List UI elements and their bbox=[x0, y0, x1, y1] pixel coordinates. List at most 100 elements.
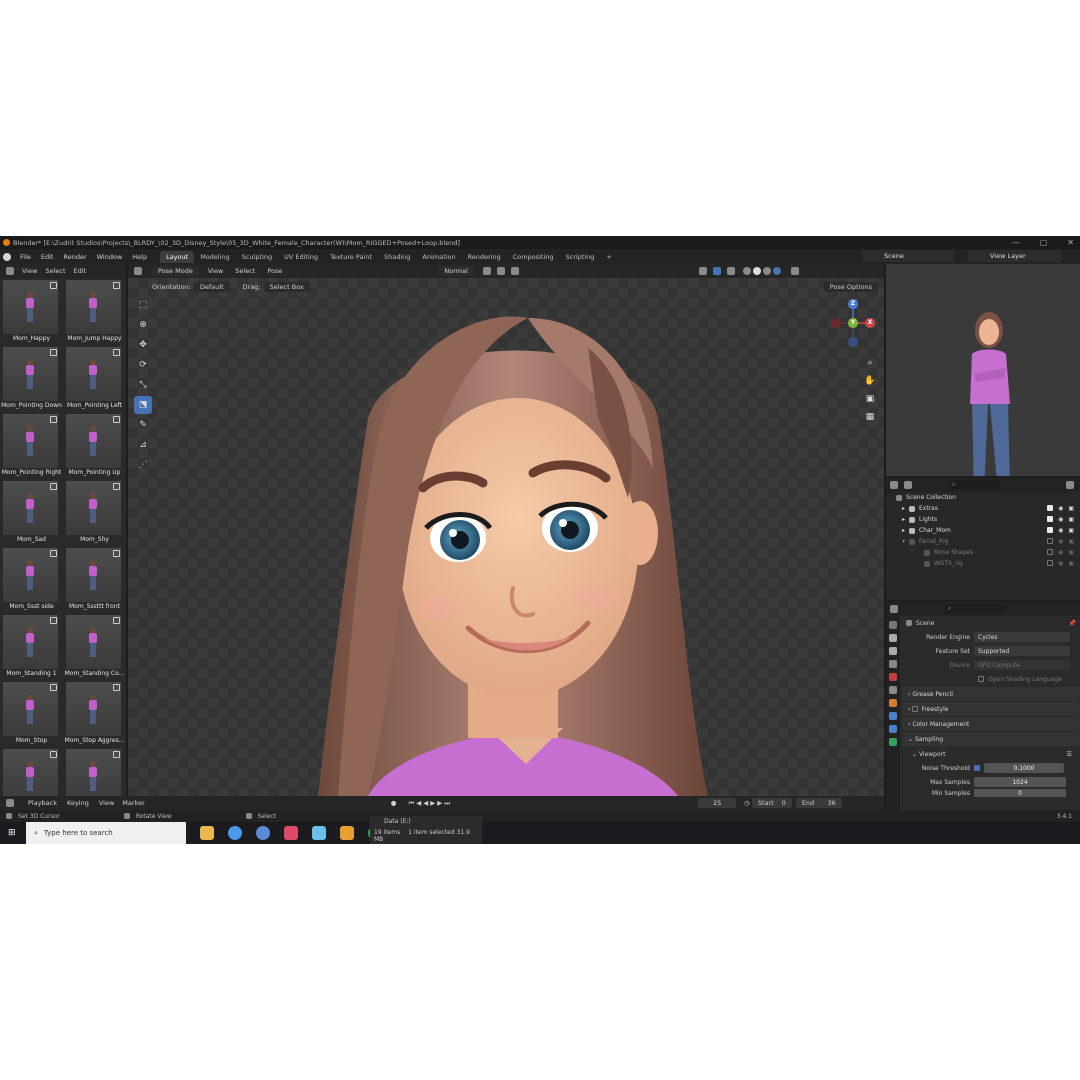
viewport-menu-pose[interactable]: Pose bbox=[267, 267, 282, 275]
editor-type-icon[interactable] bbox=[6, 267, 14, 275]
current-frame-field[interactable]: 25 bbox=[698, 798, 737, 808]
viewport-menu-select[interactable]: Select bbox=[235, 267, 255, 275]
exclude-checkbox[interactable] bbox=[1047, 505, 1054, 511]
pause-render-icon[interactable] bbox=[790, 267, 799, 275]
eye-icon[interactable]: ◉ bbox=[1058, 505, 1063, 512]
editor-type-icon[interactable] bbox=[890, 481, 898, 489]
panel-freestyle[interactable]: › Freestyle bbox=[902, 702, 1080, 716]
outliner-item[interactable]: Bone Shapes ◉ ▣ bbox=[886, 547, 1080, 558]
tab-sculpting[interactable]: Sculpting bbox=[236, 251, 278, 263]
asset-item[interactable]: Mom_Stop bbox=[0, 680, 63, 747]
figma-icon[interactable] bbox=[284, 826, 298, 840]
expand-icon[interactable]: ▸ bbox=[902, 516, 905, 523]
asset-item[interactable]: Mom_Pointing Right bbox=[0, 412, 63, 479]
max-samples-field[interactable]: 1024 bbox=[974, 777, 1066, 787]
editor-type-icon[interactable] bbox=[134, 267, 142, 275]
asset-item[interactable]: Mom_Standing 1 bbox=[0, 613, 63, 680]
panel-color-management[interactable]: › Color Management bbox=[902, 717, 1080, 731]
menu-edit[interactable]: Edit bbox=[36, 253, 59, 261]
menu-file[interactable]: File bbox=[15, 253, 36, 261]
eye-icon[interactable]: ◉ bbox=[1058, 527, 1063, 534]
shading-solid-icon[interactable] bbox=[752, 267, 761, 275]
gizmo-neg-x-axis[interactable] bbox=[831, 318, 841, 328]
camera-icon[interactable]: ▣ bbox=[1068, 560, 1074, 567]
pivot-icon[interactable] bbox=[482, 267, 491, 275]
expand-icon[interactable]: ▸ bbox=[902, 505, 905, 512]
annotate-tool-icon[interactable]: ✎ bbox=[134, 416, 152, 434]
properties-search-input[interactable]: ⌕ bbox=[944, 604, 1006, 614]
shading-wireframe-icon[interactable] bbox=[742, 267, 751, 275]
view-layer-selector[interactable]: View Layer bbox=[968, 250, 1062, 262]
asset-item[interactable]: Mom_Ssst side bbox=[0, 546, 63, 613]
timeline-menu-view[interactable]: View bbox=[99, 799, 114, 807]
asset-menu-edit[interactable]: Edit bbox=[74, 267, 87, 275]
playback-controls-icon[interactable]: ⏮◀◀▶▶⏭ bbox=[408, 799, 452, 808]
asset-edit-icon[interactable] bbox=[113, 617, 120, 624]
subpanel-viewport[interactable]: ⌄ Viewport ☰ bbox=[902, 747, 1080, 761]
osl-checkbox[interactable] bbox=[978, 676, 984, 682]
tool-tab-icon[interactable] bbox=[889, 621, 897, 629]
blender-menu-icon[interactable] bbox=[3, 252, 11, 261]
windows-start-icon[interactable]: ⊞ bbox=[8, 828, 16, 838]
record-icon[interactable]: ● bbox=[391, 799, 397, 807]
exclude-checkbox[interactable] bbox=[1047, 560, 1054, 566]
outliner-scene-collection[interactable]: Scene Collection bbox=[886, 492, 1080, 503]
eye-icon[interactable]: ◉ bbox=[1058, 538, 1063, 545]
exclude-checkbox[interactable] bbox=[1047, 516, 1054, 522]
expand-icon[interactable]: ▾ bbox=[902, 538, 905, 545]
camera-icon[interactable]: ▣ bbox=[1068, 527, 1074, 534]
taskbar-search-input[interactable]: ⌕ Type here to search bbox=[26, 822, 186, 844]
outliner-item[interactable]: ▸ Lights ◉ ▣ bbox=[886, 514, 1080, 525]
navigation-gizmo[interactable]: Z X Y bbox=[828, 298, 878, 348]
eye-icon[interactable]: ◉ bbox=[1058, 549, 1063, 556]
asset-edit-icon[interactable] bbox=[50, 349, 57, 356]
select-tool-icon[interactable]: ⬚ bbox=[134, 296, 152, 314]
object-tab-icon[interactable] bbox=[889, 699, 897, 707]
viewport-menu-view[interactable]: View bbox=[208, 267, 223, 275]
asset-item[interactable]: Mom_Pointing Down bbox=[0, 345, 63, 412]
asset-item[interactable]: Mom_Jump Happy bbox=[63, 278, 126, 345]
render-engine-dropdown[interactable]: Cycles bbox=[974, 632, 1070, 642]
pin-icon[interactable]: 📌 bbox=[1069, 620, 1076, 627]
camera-icon[interactable]: ▣ bbox=[1068, 538, 1074, 545]
asset-menu-select[interactable]: Select bbox=[45, 267, 65, 275]
snap-icon[interactable] bbox=[496, 267, 505, 275]
minimize-icon[interactable]: — bbox=[1012, 238, 1020, 247]
asset-edit-icon[interactable] bbox=[113, 349, 120, 356]
panel-sampling[interactable]: ⌄ Sampling bbox=[902, 732, 1080, 746]
pose-relax-tool-icon[interactable]: ⋰ bbox=[134, 456, 152, 474]
mode-dropdown[interactable]: Pose Mode bbox=[152, 266, 199, 276]
world-tab-icon[interactable] bbox=[889, 686, 897, 694]
gizmo-x-axis[interactable]: X bbox=[865, 318, 875, 328]
asset-edit-icon[interactable] bbox=[50, 550, 57, 557]
editor-type-icon[interactable] bbox=[6, 799, 14, 807]
tab-scripting[interactable]: Scripting bbox=[560, 251, 601, 263]
gizmo-y-axis[interactable]: Y bbox=[848, 318, 858, 328]
measure-tool-icon[interactable]: ⊿ bbox=[134, 436, 152, 454]
asset-item[interactable]: Mom_Pointing Up bbox=[63, 412, 126, 479]
exclude-checkbox[interactable] bbox=[1047, 538, 1054, 544]
asset-edit-icon[interactable] bbox=[113, 751, 120, 758]
display-mode-icon[interactable] bbox=[904, 481, 912, 489]
min-samples-field[interactable]: 0 bbox=[974, 789, 1066, 797]
file-explorer-icon[interactable] bbox=[200, 826, 214, 840]
camera-icon[interactable]: ▣ bbox=[1068, 505, 1074, 512]
asset-item[interactable]: Mom_Stop Aggres... bbox=[63, 680, 126, 747]
transform-orientation-dropdown[interactable]: Normal bbox=[438, 266, 474, 276]
asset-edit-icon[interactable] bbox=[50, 483, 57, 490]
app-icon[interactable] bbox=[312, 826, 326, 840]
3d-viewport[interactable]: Orientation: Default Drag: Select Box Po… bbox=[128, 278, 884, 796]
blender-taskbar-icon[interactable] bbox=[340, 826, 354, 840]
constraints-tab-icon[interactable] bbox=[889, 725, 897, 733]
scene-tab-icon[interactable] bbox=[889, 673, 897, 681]
cursor-tool-icon[interactable]: ⊕ bbox=[134, 316, 152, 334]
gizmo-neg-z-axis[interactable] bbox=[848, 337, 858, 347]
shading-rendered-icon[interactable] bbox=[772, 267, 781, 275]
rotate-tool-icon[interactable]: ⟳ bbox=[134, 356, 152, 374]
camera-view-icon[interactable]: ▣ bbox=[864, 394, 876, 406]
gizmo-z-axis[interactable]: Z bbox=[848, 299, 858, 309]
data-tab-icon[interactable] bbox=[889, 738, 897, 746]
visibility-icon[interactable] bbox=[698, 267, 707, 275]
proportional-edit-icon[interactable] bbox=[510, 267, 519, 275]
asset-edit-icon[interactable] bbox=[50, 617, 57, 624]
